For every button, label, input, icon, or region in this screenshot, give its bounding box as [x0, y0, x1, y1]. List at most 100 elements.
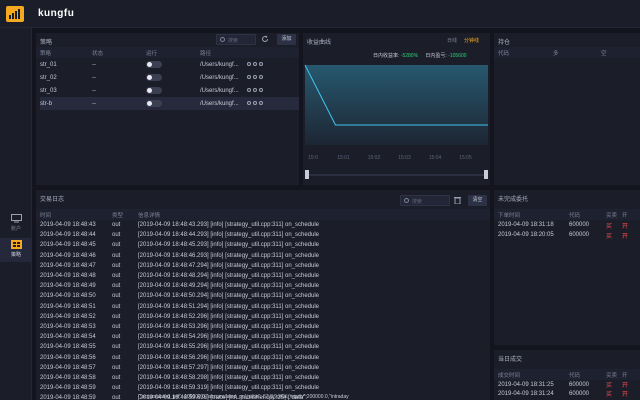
- edit-icon[interactable]: [252, 87, 257, 92]
- table-cell: out: [112, 334, 121, 341]
- gear-icon[interactable]: [246, 74, 251, 79]
- table-row[interactable]: 2019-04-09 18:48:49 out [2019-04-09 18:48:…: [40, 281, 490, 291]
- run-toggle[interactable]: [146, 99, 162, 107]
- column-header: 策略: [40, 50, 52, 57]
- table-cell: [2019-04-09 18:48:59.319] [info] [strate…: [138, 385, 320, 392]
- search-icon: [220, 37, 225, 42]
- table-row[interactable]: 2019-04-09 18:48:44 out [2019-04-09 18:48:…: [40, 230, 490, 240]
- chart-plot-area: [305, 65, 488, 145]
- table-row[interactable]: 2019-04-09 18:48:45 out [2019-04-09 18:48:…: [40, 240, 490, 250]
- nav-item-account[interactable]: 账户: [0, 212, 32, 236]
- table-cell: 2019-04-09 18:48:49: [40, 283, 96, 290]
- table-row[interactable]: 2019-04-09 18:48:57 out [2019-04-09 18:48:…: [40, 363, 490, 373]
- table-row[interactable]: 2019-04-09 18:48:55 out [2019-04-09 18:48:…: [40, 342, 490, 352]
- table-row[interactable]: 2019-04-09 18:31:18 600000 买 开: [498, 220, 640, 230]
- intraday-return-label: 日内收益率:: [373, 53, 400, 59]
- clear-log-button[interactable]: 清空: [468, 195, 487, 206]
- trash-icon[interactable]: [454, 196, 461, 204]
- refresh-icon[interactable]: [261, 35, 269, 43]
- table-cell: [2019-04-09 18:48:51.294] [info] [strate…: [138, 303, 320, 310]
- x-tick-label: 15:02: [368, 155, 381, 161]
- pending-orders-panel: 未完成委托 下单时间 代码 买卖 开 2019-04-09 18:31:18 60…: [494, 190, 640, 345]
- table-row[interactable]: 2019-04-09 18:48:43 out [2019-04-09 18:48:…: [40, 220, 490, 230]
- column-header: 类型: [112, 212, 124, 219]
- table-cell: [2019-04-09 18:48:45.293] [info] [strate…: [138, 242, 320, 249]
- table-row[interactable]: str_03 -- /Users/kungf...: [40, 84, 299, 97]
- table-cell: 2019-04-09 18:48:59: [40, 385, 96, 392]
- table-cell: out: [112, 323, 121, 330]
- table-cell: 2019-04-09 18:48:58: [40, 374, 96, 381]
- run-toggle[interactable]: [146, 60, 162, 68]
- panel-title: 策略: [40, 40, 53, 46]
- table-cell: 2019-04-09 18:20:05: [498, 232, 554, 238]
- table-row[interactable]: 2019-04-09 18:48:47 out [2019-04-09 18:48:…: [40, 261, 490, 271]
- zoom-handle-left[interactable]: [305, 170, 309, 179]
- logo-icon: [6, 6, 24, 22]
- run-toggle[interactable]: [146, 73, 162, 81]
- table-row[interactable]: 2019-04-09 18:48:59 out [2019-04-09 18:48:…: [40, 383, 490, 393]
- gear-icon[interactable]: [246, 87, 251, 92]
- x-tick-label: 15:05: [459, 155, 472, 161]
- table-row[interactable]: 2019-04-09 18:48:54 out [2019-04-09 18:48:…: [40, 332, 490, 342]
- edit-icon[interactable]: [252, 74, 257, 79]
- trades-table: 成交时间 代码 买卖 开 2019-04-09 18:31:25 600000 买开…: [498, 369, 640, 399]
- nav-item-label: 策略: [10, 252, 21, 258]
- table-row[interactable]: 2019-04-09 18:48:56 out [2019-04-09 18:48:…: [40, 352, 490, 362]
- table-cell: [2019-04-09 18:48:50.294] [info] [strate…: [138, 293, 320, 300]
- table-row[interactable]: 2019-04-09 18:48:48 out [2019-04-09 18:48:…: [40, 271, 490, 281]
- table-cell: 2019-04-09 18:48:52: [40, 313, 96, 320]
- tab-minute[interactable]: 分钟线: [464, 37, 479, 44]
- table-row[interactable]: 2019-04-09 18:31:24 600000 买 开: [498, 389, 640, 399]
- pnl-chart: 15:015:0115:0215:0315:0415:0515:06: [304, 64, 490, 179]
- table-cell: out: [112, 273, 121, 280]
- table-row[interactable]: 2019-04-09 18:48:53 out [2019-04-09 18:48:…: [40, 322, 490, 332]
- column-header: 路径: [200, 50, 212, 57]
- add-strategy-button[interactable]: 添加: [277, 34, 296, 45]
- column-header: 下单时间: [498, 212, 521, 219]
- table-cell: out: [112, 232, 121, 239]
- table-row[interactable]: 2019-04-09 18:48:50 out [2019-04-09 18:48:…: [40, 291, 490, 301]
- panel-title: 持仓: [498, 40, 511, 46]
- orders-table: 下单时间 代码 买卖 开 2019-04-09 18:31:18 600000 买开…: [498, 209, 640, 240]
- table-row-selected[interactable]: str-b -- /Users/kungf...: [40, 97, 299, 110]
- table-cell: 开: [622, 223, 629, 230]
- gear-icon[interactable]: [246, 100, 251, 105]
- table-cell: [2019-04-09 18:48:49.294] [info] [strate…: [138, 283, 320, 290]
- table-row[interactable]: str_02 -- /Users/kungf...: [40, 71, 299, 84]
- brand-name: kungfu: [38, 8, 75, 19]
- gear-icon[interactable]: [246, 61, 251, 66]
- table-cell: [2019-04-09 18:48:58.298] [info] [strate…: [138, 374, 320, 381]
- delete-icon[interactable]: [258, 74, 263, 79]
- table-cell: out: [112, 385, 121, 392]
- strategy-search-input[interactable]: 搜索: [216, 34, 256, 45]
- edit-icon[interactable]: [252, 61, 257, 66]
- tab-day[interactable]: 日线: [447, 37, 457, 44]
- edit-icon[interactable]: [252, 100, 257, 105]
- table-cell: [2019-04-09 18:48:48.294] [info] [strate…: [138, 273, 320, 280]
- log-search-input[interactable]: 搜索: [400, 195, 450, 206]
- table-row[interactable]: 2019-04-09 18:31:25 600000 买 开: [498, 380, 640, 390]
- delete-icon[interactable]: [258, 61, 263, 66]
- table-row[interactable]: 2019-04-09 18:48:51 out [2019-04-09 18:48:…: [40, 302, 490, 312]
- nav-item-strategy[interactable]: 策略: [0, 238, 32, 262]
- delete-icon[interactable]: [258, 87, 263, 92]
- table-cell: out: [112, 293, 121, 300]
- delete-icon[interactable]: [258, 100, 263, 105]
- table-cell: 2019-04-09 18:48:44: [40, 232, 96, 239]
- column-header: 开: [622, 372, 628, 379]
- table-row[interactable]: str_01 -- /Users/kungf...: [40, 58, 299, 71]
- column-header: 成交时间: [498, 372, 521, 379]
- x-tick-label: 15:03: [398, 155, 411, 161]
- run-toggle[interactable]: [146, 86, 162, 94]
- zoom-handle-right[interactable]: [484, 170, 488, 179]
- table-row[interactable]: 2019-04-09 18:48:46 out [2019-04-09 18:48:…: [40, 251, 490, 261]
- table-cell: [2019-04-09 18:48:44.293] [info] [strate…: [138, 232, 320, 239]
- table-row[interactable]: 2019-04-09 18:20:05 600000 买 开: [498, 230, 640, 240]
- table-cell: [2019-04-09 18:48:57.297] [info] [strate…: [138, 364, 320, 371]
- column-header: 信息详情: [138, 212, 161, 219]
- table-row[interactable]: 2019-04-09 18:48:58 out [2019-04-09 18:48:…: [40, 373, 490, 383]
- table-cell: out: [112, 364, 121, 371]
- table-cell: 2019-04-09 18:48:43: [40, 222, 96, 229]
- table-row[interactable]: 2019-04-09 18:48:52 out [2019-04-09 18:48:…: [40, 312, 490, 322]
- table-cell: 买: [606, 233, 613, 240]
